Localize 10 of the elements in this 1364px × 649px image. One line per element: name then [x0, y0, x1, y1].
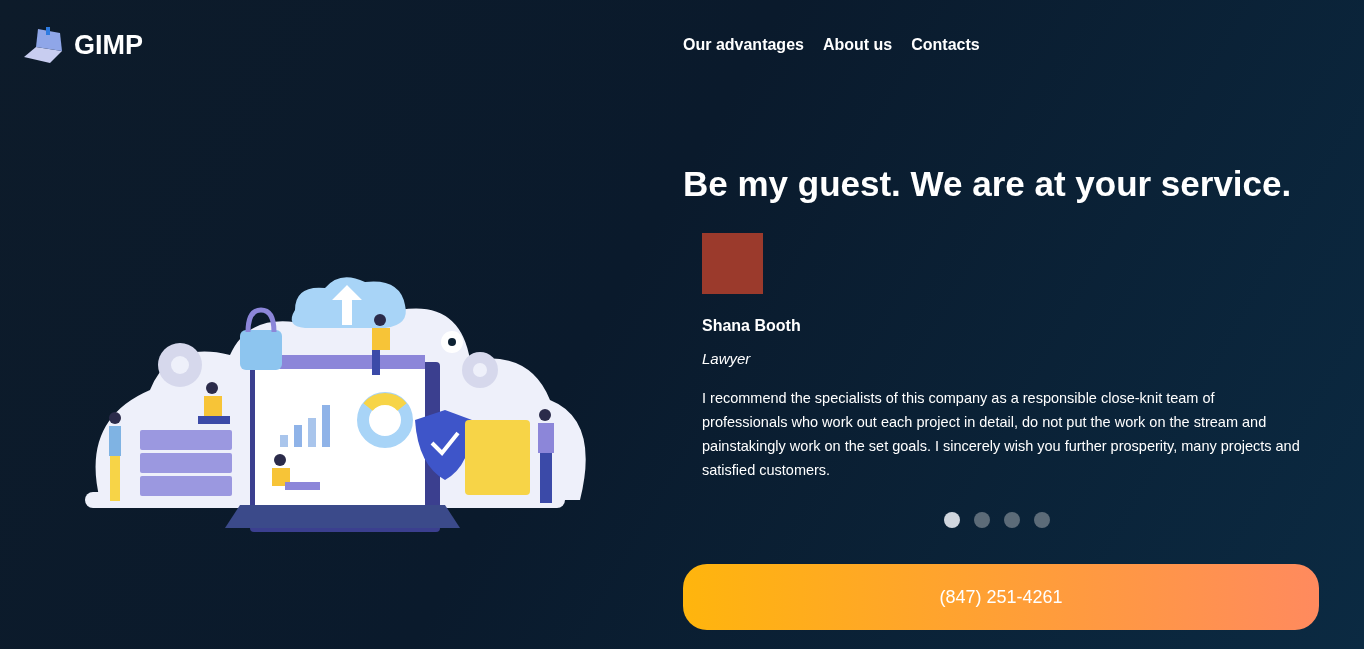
hero-heading: Be my guest. We are at your service.	[683, 163, 1293, 205]
nav-link[interactable]: Contacts	[911, 33, 980, 57]
logo-text: GIMP	[74, 28, 143, 62]
testimonial-name: Shana Booth	[702, 315, 802, 336]
nav-link[interactable]: About us	[822, 33, 893, 57]
testimonial-quote: I recommend the specialists of this company as a responsible close-knit team of professionals who work out each project in detail, do not put the work on the stream and painstakingly work on the set goals. I sincerely wish you further prosperity, many projects and satisfied customers.	[702, 389, 1301, 480]
nav-link[interactable]: Our advantages	[683, 33, 804, 57]
photo-placeholder	[702, 232, 763, 294]
testimonial-role: Lawyer	[702, 348, 752, 369]
laptop-logo-icon	[22, 25, 64, 65]
